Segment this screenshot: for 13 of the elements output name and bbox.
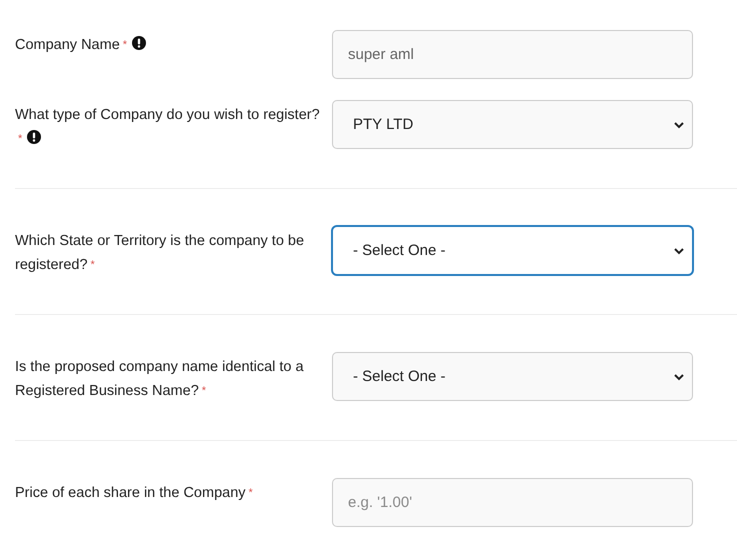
dropdown[interactable]: - Select One -: [332, 352, 693, 401]
chevron-down-icon: [674, 246, 684, 256]
field-label: Which State or Territory is the company to be registered? *: [15, 233, 304, 273]
field-label: Price of each share in the Company *: [15, 485, 253, 501]
chevron-down-icon: [674, 120, 684, 130]
chevron-down-icon: [674, 372, 684, 382]
field-label: Is the proposed company name identical to a Registered Business Name? *: [15, 359, 304, 399]
field-label: What type of Company do you wish to register? *: [15, 107, 320, 147]
text-field[interactable]: e.g. '1.00': [332, 478, 693, 527]
dropdown[interactable]: - Select One -: [332, 226, 693, 275]
field-label: Company Name *: [15, 37, 128, 53]
dropdown[interactable]: PTY LTD: [332, 100, 693, 149]
text-field[interactable]: super aml: [332, 30, 693, 79]
